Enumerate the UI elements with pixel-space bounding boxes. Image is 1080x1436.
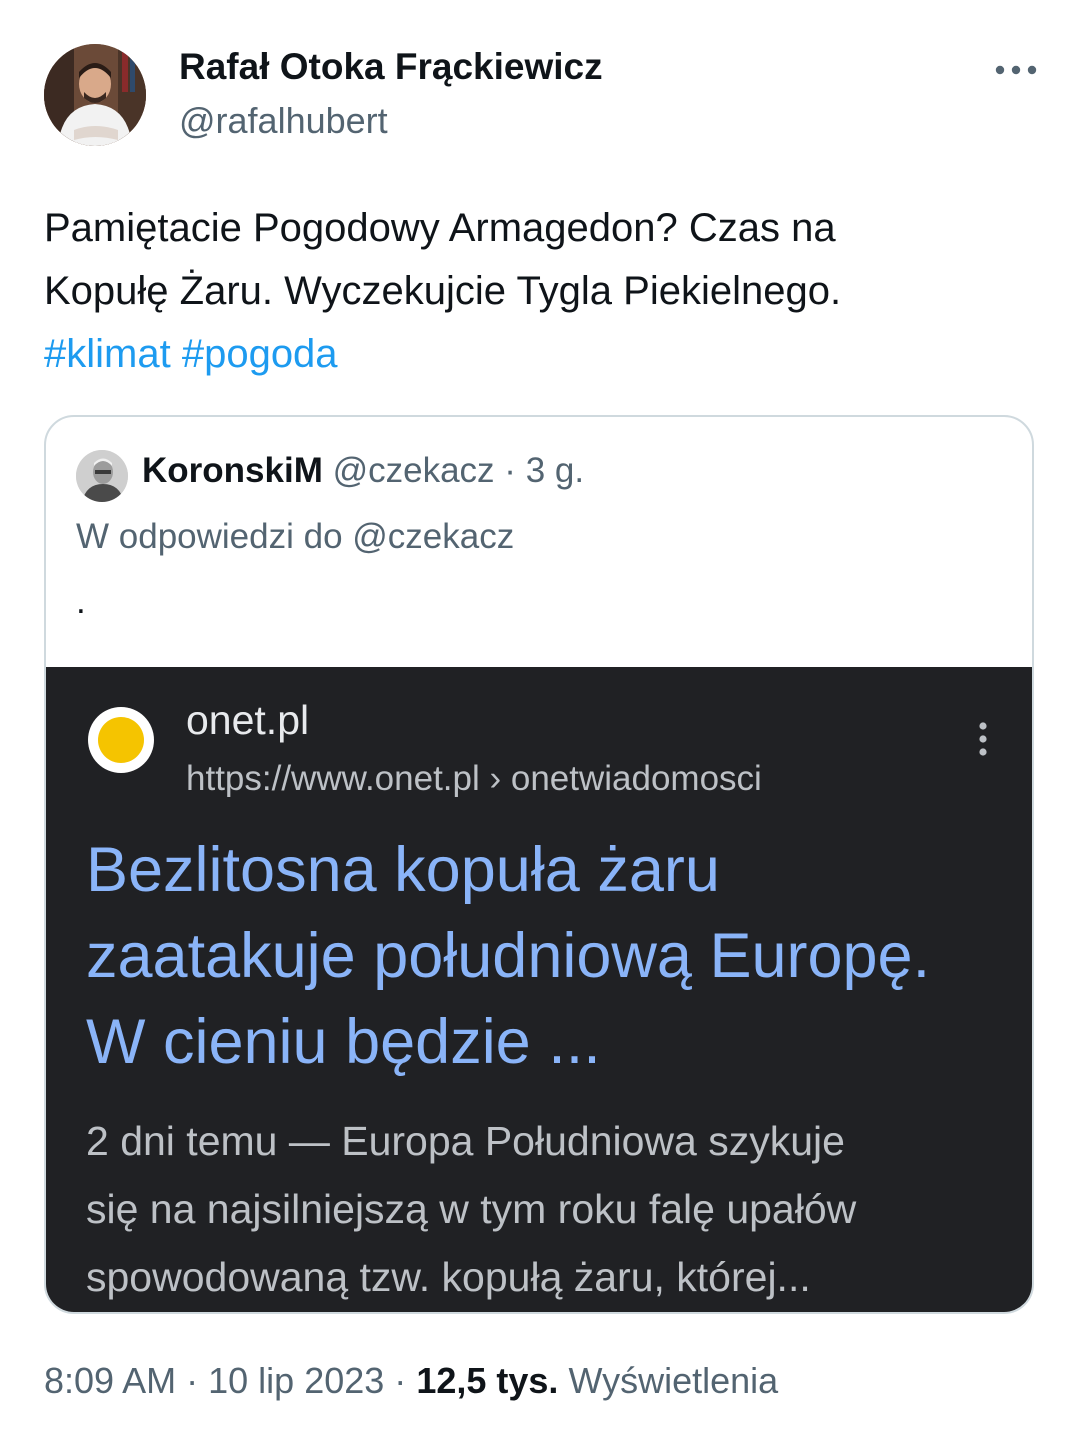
more-options-button[interactable]: [988, 52, 1044, 88]
result-title-line: Bezlitosna kopuła żaru: [86, 835, 720, 905]
result-snippet-line: 2 dni temu — Europa Południowa szykuje: [86, 1118, 845, 1164]
quoted-tweet-header: KoronskiM @czekacz · 3 g.: [142, 451, 584, 491]
hashtag-link[interactable]: #pogoda: [182, 332, 338, 376]
site-logo-dot: [98, 717, 144, 763]
quoted-tweet-time[interactable]: 3 g.: [526, 451, 584, 490]
quoted-author-avatar[interactable]: [76, 450, 128, 502]
reply-prefix: W odpowiedzi do: [76, 517, 343, 556]
separator-dot: ·: [186, 1360, 199, 1401]
quoted-author-name[interactable]: KoronskiM: [142, 451, 323, 490]
views-count: 12,5 tys.: [416, 1360, 559, 1401]
result-title: Bezlitosna kopuła żaru zaatakuje południ…: [86, 827, 1016, 1085]
author-avatar-image: [44, 44, 146, 146]
tweet-date[interactable]: 10 lip 2023: [208, 1360, 384, 1401]
tweet: Rafał Otoka Frąckiewicz @rafalhubert Pam…: [0, 0, 1080, 1436]
author-avatar[interactable]: [44, 44, 146, 146]
hashtag-link[interactable]: #klimat: [44, 332, 171, 376]
result-title-line: zaatakuje południową Europę.: [86, 921, 931, 991]
quoted-tweet[interactable]: KoronskiM @czekacz · 3 g. W odpowiedzi d…: [44, 415, 1034, 1314]
views-label: Wyświetlenia: [568, 1360, 779, 1401]
result-site-name: onet.pl: [186, 697, 310, 743]
separator-dot: ·: [394, 1360, 407, 1401]
result-snippet: 2 dni temu — Europa Południowa szykuje s…: [86, 1107, 1016, 1311]
reply-to-handle: @czekacz: [352, 517, 515, 556]
quoted-author-avatar-image: [76, 450, 128, 502]
tweet-time[interactable]: 8:09 AM: [44, 1360, 176, 1401]
author-handle[interactable]: @rafalhubert: [179, 100, 388, 142]
author-display-name[interactable]: Rafał Otoka Frąckiewicz: [179, 46, 603, 88]
result-url: https://www.onet.pl › onetwiadomosci: [186, 759, 762, 797]
tweet-footer: 8:09 AM · 10 lip 2023 · 12,5 tys. Wyświe…: [44, 1360, 778, 1402]
tweet-text-line: Kopułę Żaru. Wyczekujcie Tygla Piekielne…: [44, 269, 842, 313]
result-snippet-line: spowodowaną tzw. kopułą żaru, której...: [86, 1254, 811, 1300]
more-vertical-icon: [979, 722, 987, 756]
result-menu-button: [966, 719, 1000, 759]
site-logo: [88, 707, 154, 773]
more-horizontal-icon: [995, 65, 1037, 75]
result-snippet-line: się na najsilniejszą w tym roku falę upa…: [86, 1186, 857, 1232]
tweet-text-line: Pamiętacie Pogodowy Armagedon? Czas na: [44, 206, 836, 250]
quoted-author-handle[interactable]: @czekacz: [333, 451, 495, 490]
tweet-text: Pamiętacie Pogodowy Armagedon? Czas na K…: [44, 197, 1034, 386]
reply-context: W odpowiedzi do @czekacz: [76, 517, 514, 557]
quoted-tweet-text: .: [76, 582, 86, 621]
result-title-line: W cieniu będzie ...: [86, 1007, 601, 1077]
separator-dot: ·: [504, 451, 516, 490]
hashtag-line: #klimat #pogoda: [44, 323, 1034, 386]
attached-image[interactable]: onet.pl https://www.onet.pl › onetwiadom…: [46, 667, 1032, 1312]
